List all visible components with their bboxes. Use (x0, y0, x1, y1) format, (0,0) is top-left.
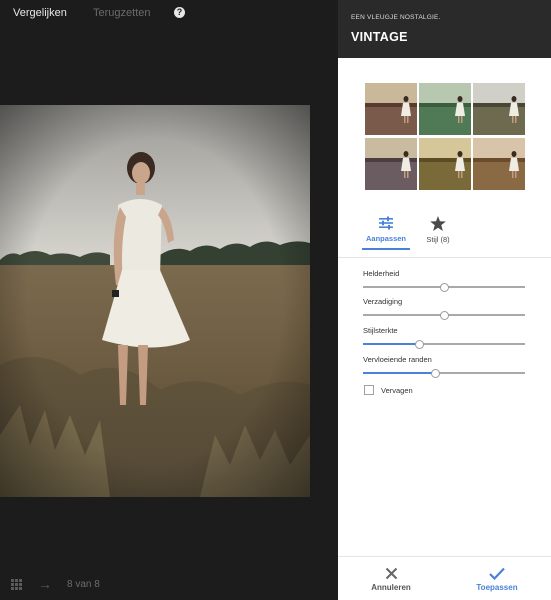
slider-knob[interactable] (431, 369, 441, 378)
close-icon (385, 567, 397, 580)
style-thumbnail[interactable] (419, 83, 471, 135)
style-thumbnails (365, 83, 525, 190)
cancel-button[interactable]: Annuleren (363, 567, 419, 592)
viewer-toolbar: Vergelijken Terugzetten ? (0, 0, 338, 26)
style-thumbnail[interactable] (365, 83, 417, 135)
slider-track[interactable] (363, 311, 525, 320)
tab-style[interactable]: Stijl (8) (416, 216, 460, 244)
slider-track[interactable] (363, 340, 525, 349)
style-thumbnail[interactable] (419, 138, 471, 190)
tab-adjust-label: Aanpassen (365, 234, 407, 243)
compare-button[interactable]: Vergelijken (13, 7, 67, 19)
slider-fill (363, 372, 436, 374)
slider-knob[interactable] (439, 283, 449, 292)
slider-label: Verzadiging (363, 297, 403, 306)
active-tab-indicator (362, 248, 410, 250)
checkmark-icon (489, 567, 505, 580)
slider-soft-edges[interactable]: Vervloeiende randen (363, 355, 525, 379)
sliders-icon (379, 216, 393, 230)
slider-track[interactable] (363, 369, 525, 378)
edit-panel: EEN VLEUGJE NOSTALGIE. VINTAGE Aanpassen… (338, 0, 551, 600)
photo-counter: 8 van 8 (67, 579, 100, 590)
slider-knob[interactable] (439, 311, 449, 320)
slider-label: Stijlsterkte (363, 326, 398, 335)
grid-icon[interactable] (11, 579, 22, 590)
panel-subtitle: EEN VLEUGJE NOSTALGIE. (351, 14, 441, 21)
cancel-label: Annuleren (371, 583, 411, 592)
viewer-bottombar: → 8 van 8 (0, 570, 338, 600)
help-icon[interactable]: ? (174, 7, 185, 18)
panel-title: VINTAGE (351, 30, 408, 44)
style-thumbnail[interactable] (365, 138, 417, 190)
star-icon (430, 216, 446, 231)
style-thumbnail[interactable] (473, 138, 525, 190)
apply-button[interactable]: Toepassen (469, 567, 525, 592)
divider (338, 257, 551, 258)
slider-track[interactable] (363, 283, 525, 292)
fade-label: Vervagen (381, 386, 413, 395)
slider-label: Vervloeiende randen (363, 355, 432, 364)
panel-tabs: Aanpassen Stijl (8) (338, 216, 551, 256)
edited-photo (0, 105, 310, 497)
photo-viewer: Vergelijken Terugzetten ? → 8 van 8 (0, 0, 338, 600)
panel-footer: Annuleren Toepassen (338, 556, 551, 600)
slider-style-strength[interactable]: Stijlsterkte (363, 326, 525, 350)
apply-label: Toepassen (476, 583, 518, 592)
slider-label: Helderheid (363, 269, 400, 278)
slider-saturation[interactable]: Verzadiging (363, 297, 525, 321)
slider-knob[interactable] (415, 340, 425, 349)
panel-header: EEN VLEUGJE NOSTALGIE. VINTAGE (338, 0, 551, 58)
reset-button[interactable]: Terugzetten (93, 7, 150, 19)
tab-style-label: Stijl (8) (426, 235, 450, 244)
fade-checkbox[interactable] (364, 385, 374, 395)
tab-adjust[interactable]: Aanpassen (362, 216, 410, 243)
slider-fill (363, 343, 420, 345)
slider-brightness[interactable]: Helderheid (363, 269, 525, 293)
arrow-right-icon[interactable]: → (38, 577, 52, 591)
style-thumbnail[interactable] (473, 83, 525, 135)
